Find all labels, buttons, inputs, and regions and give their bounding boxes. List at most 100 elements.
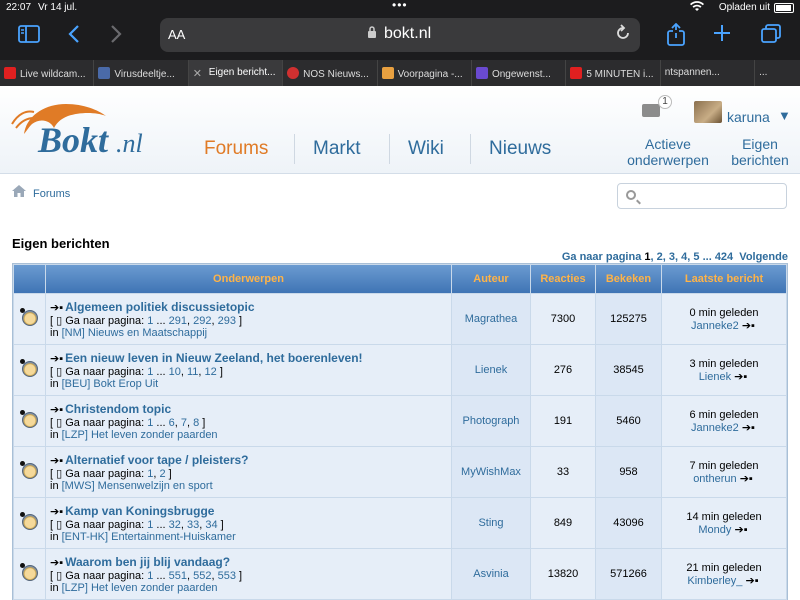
newest-post-icon[interactable]: ➔▪ bbox=[50, 557, 63, 569]
goto-last-post-icon[interactable]: ➔▪ bbox=[740, 473, 753, 485]
topic-page-link[interactable]: 2 bbox=[159, 468, 165, 480]
active-topics-link[interactable]: Actieve onderwerpen bbox=[620, 136, 716, 168]
tabs-overview-icon[interactable] bbox=[760, 24, 782, 50]
nav-markt[interactable]: Markt bbox=[313, 138, 361, 160]
topic-page-link[interactable]: 291 bbox=[169, 315, 187, 327]
pagination-next[interactable]: Volgende bbox=[739, 251, 788, 263]
close-tab-icon[interactable]: ✕ bbox=[193, 68, 205, 80]
sidebar-icon[interactable] bbox=[18, 25, 40, 49]
browser-tab[interactable]: Virusdeeltje... bbox=[94, 60, 189, 86]
forum-link[interactable]: [ENT-HK] Entertainment-Huiskamer bbox=[62, 531, 236, 543]
topic-page-link[interactable]: 1 bbox=[147, 519, 153, 531]
username-link[interactable]: karuna bbox=[727, 109, 770, 125]
nav-nieuws[interactable]: Nieuws bbox=[489, 138, 551, 160]
topic-page-link[interactable]: 552 bbox=[193, 570, 211, 582]
topic-pages: [ ▯ Ga naar pagina: 1 ... 6, 7, 8 ] bbox=[50, 416, 206, 429]
topic-title-link[interactable]: Alternatief voor tape / pleisters? bbox=[65, 453, 248, 467]
author-link[interactable]: MyWishMax bbox=[461, 466, 521, 478]
topic-page-link[interactable]: 293 bbox=[218, 315, 236, 327]
forum-link[interactable]: [LZP] Het leven zonder paarden bbox=[62, 429, 218, 441]
author-link[interactable]: Sting bbox=[478, 517, 503, 529]
topic-page-link[interactable]: 1 bbox=[147, 315, 153, 327]
forum-link[interactable]: [NM] Nieuws en Maatschappij bbox=[62, 327, 208, 339]
author-link[interactable]: Photograph bbox=[463, 415, 520, 427]
bokt-logo[interactable]: Bokt .nl bbox=[6, 94, 176, 164]
forum-link[interactable]: [LZP] Het leven zonder paarden bbox=[62, 582, 218, 594]
browser-tab[interactable]: ntspannen... bbox=[661, 60, 756, 86]
new-tab-icon[interactable] bbox=[712, 23, 732, 49]
topic-title-link[interactable]: Algemeen politiek discussietopic bbox=[65, 300, 254, 314]
topic-page-link[interactable]: 6 bbox=[169, 417, 175, 429]
share-icon[interactable] bbox=[666, 22, 686, 53]
goto-last-post-icon[interactable]: ➔▪ bbox=[734, 524, 747, 536]
reload-icon[interactable] bbox=[614, 24, 632, 47]
goto-last-post-icon[interactable]: ➔▪ bbox=[745, 575, 758, 587]
chevron-down-icon[interactable]: ▼ bbox=[778, 108, 791, 123]
forum-link[interactable]: [BEU] Bokt Erop Uit bbox=[62, 378, 159, 390]
last-post-user-link[interactable]: Janneke2 bbox=[691, 320, 739, 332]
last-post-user-link[interactable]: Kimberley_ bbox=[687, 575, 742, 587]
author-link[interactable]: Lienek bbox=[475, 364, 507, 376]
multitasking-dots-icon[interactable]: ••• bbox=[392, 0, 408, 12]
topic-page-link[interactable]: 1 bbox=[147, 570, 153, 582]
reader-options-button[interactable]: AA bbox=[168, 27, 185, 42]
topic-page-link[interactable]: 1 bbox=[147, 417, 153, 429]
forum-link[interactable]: [MWS] Mensenwelzijn en sport bbox=[62, 480, 213, 492]
topic-title-link[interactable]: Kamp van Koningsbrugge bbox=[65, 504, 214, 518]
author-cell: MyWishMax bbox=[452, 447, 530, 497]
newest-post-icon[interactable]: ➔▪ bbox=[50, 302, 63, 314]
browser-tab-active[interactable]: ✕ Eigen bericht... bbox=[188, 60, 284, 86]
topic-title-link[interactable]: Christendom topic bbox=[65, 402, 171, 416]
author-link[interactable]: Asvinia bbox=[473, 568, 508, 580]
topic-page-link[interactable]: 32 bbox=[169, 519, 181, 531]
topic-page-link[interactable]: 33 bbox=[187, 519, 199, 531]
browser-tab[interactable]: Voorpagina -... bbox=[378, 60, 472, 86]
browser-tab[interactable]: Live wildcam... bbox=[0, 60, 95, 86]
replies-cell: 849 bbox=[531, 498, 595, 548]
topic-title-link[interactable]: Een nieuw leven in Nieuw Zeeland, het bo… bbox=[65, 351, 362, 365]
topic-page-link[interactable]: 551 bbox=[169, 570, 187, 582]
last-post-user-link[interactable]: Lienek bbox=[699, 371, 731, 383]
topic-page-link[interactable]: 8 bbox=[193, 417, 199, 429]
forward-icon[interactable] bbox=[110, 24, 122, 50]
pagination-page[interactable]: 5 bbox=[693, 251, 699, 263]
browser-tab[interactable]: 5 MINUTEN i... bbox=[566, 60, 661, 86]
goto-last-post-icon[interactable]: ➔▪ bbox=[734, 371, 747, 383]
goto-last-post-icon[interactable]: ➔▪ bbox=[742, 422, 755, 434]
topic-page-link[interactable]: 12 bbox=[205, 366, 217, 378]
topic-title-link[interactable]: Waarom ben jij blij vandaag? bbox=[65, 555, 230, 569]
home-icon[interactable] bbox=[12, 184, 26, 197]
back-icon[interactable] bbox=[68, 24, 80, 50]
nav-wiki[interactable]: Wiki bbox=[408, 138, 444, 160]
topic-page-link[interactable]: 7 bbox=[181, 417, 187, 429]
last-post-user-link[interactable]: Mondy bbox=[698, 524, 731, 536]
browser-tab[interactable]: NOS Nieuws... bbox=[283, 60, 378, 86]
topic-page-link[interactable]: 34 bbox=[205, 519, 217, 531]
mail-icon[interactable] bbox=[642, 104, 660, 117]
topic-page-link[interactable]: 10 bbox=[169, 366, 181, 378]
pagination-last[interactable]: 424 bbox=[715, 251, 733, 263]
author-link[interactable]: Magrathea bbox=[465, 313, 518, 325]
newest-post-icon[interactable]: ➔▪ bbox=[50, 506, 63, 518]
newest-post-icon[interactable]: ➔▪ bbox=[50, 353, 63, 365]
address-bar[interactable]: AA bokt.nl bbox=[160, 18, 640, 52]
browser-tab[interactable]: ... bbox=[755, 60, 800, 86]
topic-page-link[interactable]: 553 bbox=[218, 570, 236, 582]
browser-tab[interactable]: Ongewenst... bbox=[472, 60, 567, 86]
newest-post-icon[interactable]: ➔▪ bbox=[50, 455, 63, 467]
topic-page-link[interactable]: 292 bbox=[193, 315, 211, 327]
topic-page-link[interactable]: 1 bbox=[147, 366, 153, 378]
last-post-cell: 6 min geleden Janneke2 ➔▪ bbox=[662, 396, 786, 446]
last-post-user-link[interactable]: Janneke2 bbox=[691, 422, 739, 434]
breadcrumb-forums[interactable]: Forums bbox=[33, 188, 70, 200]
topic-page-link[interactable]: 1 bbox=[147, 468, 153, 480]
newest-post-icon[interactable]: ➔▪ bbox=[50, 404, 63, 416]
last-post-user-link[interactable]: ontherun bbox=[693, 473, 736, 485]
goto-last-post-icon[interactable]: ➔▪ bbox=[742, 320, 755, 332]
tab-label: Virusdeeltje... bbox=[114, 69, 175, 80]
search-input[interactable] bbox=[617, 183, 787, 209]
user-avatar[interactable] bbox=[694, 101, 722, 123]
own-posts-link[interactable]: Eigen berichten bbox=[724, 136, 796, 168]
topic-page-link[interactable]: 11 bbox=[187, 366, 198, 378]
nav-forums[interactable]: Forums bbox=[204, 138, 268, 160]
